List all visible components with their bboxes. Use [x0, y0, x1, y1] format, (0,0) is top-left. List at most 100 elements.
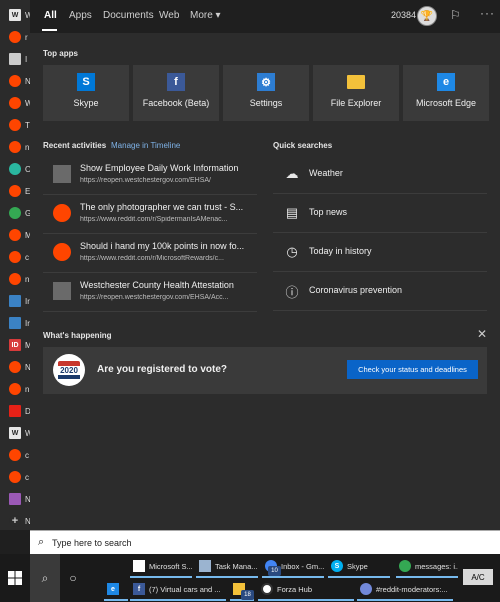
news-icon: ▤: [285, 205, 299, 220]
taskbar-search-box[interactable]: ⌕: [30, 530, 500, 554]
reddit-icon: [9, 449, 21, 461]
quick-search-weather[interactable]: ☁ Weather: [273, 155, 487, 194]
recent-activity-title: Show Employee Daily Work Information: [80, 163, 239, 173]
store-icon: [133, 560, 145, 572]
recent-activity-title: The only photographer we can trust - S..…: [80, 202, 244, 212]
background-window-row: Ir: [0, 290, 30, 312]
reddit-icon: [9, 251, 21, 263]
reddit-icon: [9, 97, 21, 109]
gear-icon: ⚙: [257, 73, 275, 91]
app-label: File Explorer: [330, 98, 382, 108]
recent-activity-url: https://www.reddit.com/r/MicrosoftReward…: [80, 255, 224, 262]
taskbar-app-label: #reddit-moderators:...: [376, 584, 448, 594]
background-window-strip: W Wr I N W Tn O E G Mc n Ir Ir ID M Nn D W Wc c N + N: [0, 0, 30, 530]
reddit-icon: [9, 273, 21, 285]
taskbar-app-label: Skype: [347, 561, 368, 571]
quick-search-label: Today in history: [309, 246, 372, 256]
folder-icon: [347, 75, 365, 89]
vote-card[interactable]: 2020 Are you registered to vote? Check y…: [43, 347, 487, 394]
trophy-icon[interactable]: 🏆: [417, 6, 437, 26]
background-window-row: N: [0, 70, 30, 92]
ellipsis-icon[interactable]: ···: [480, 6, 495, 20]
background-window-row: I: [0, 48, 30, 70]
vote-2020-badge: 2020: [53, 354, 85, 386]
recent-activity-item[interactable]: Should i hand my 100k points in now fo..…: [43, 235, 257, 273]
search-icon: ⌕: [38, 536, 45, 548]
taskbar-app-button[interactable]: #reddit-moderators:...: [357, 579, 453, 601]
taskbar-app-button[interactable]: messages: i...: [396, 556, 458, 578]
background-window-row: O: [0, 158, 30, 180]
quick-search-today-in-history[interactable]: ◷ Today in history: [273, 233, 487, 272]
edge-icon: e: [107, 583, 119, 595]
reddit-icon: [9, 141, 21, 153]
ac-button[interactable]: A/C: [463, 569, 493, 585]
id-icon: ID: [9, 339, 21, 351]
app-tile-microsoft-edge[interactable]: e Microsoft Edge: [403, 65, 489, 121]
start-button[interactable]: [0, 554, 30, 602]
app-tile-file-explorer[interactable]: File Explorer: [313, 65, 399, 121]
quick-search-label: Top news: [309, 207, 348, 217]
facebook-icon: f: [167, 73, 185, 91]
taskbar-app-label: messages: i...: [415, 561, 458, 571]
vote-question: Are you registered to vote?: [97, 364, 228, 375]
app-tile-settings[interactable]: ⚙ Settings: [223, 65, 309, 121]
recent-activity-title: Westchester County Health Attestation: [80, 280, 234, 290]
globe-icon: [9, 163, 21, 175]
tab-web[interactable]: Web: [159, 10, 179, 21]
add-icon: +: [9, 515, 21, 527]
taskbar-app-button[interactable]: e: [104, 579, 128, 601]
background-window-row: n: [0, 378, 30, 400]
tab-documents[interactable]: Documents: [103, 10, 154, 21]
taskbar-app-label: (7) Virtual cars and ...: [149, 584, 221, 594]
taskbar-app-button[interactable]: Microsoft S...: [130, 556, 192, 578]
background-window-row: r: [0, 26, 30, 48]
badge-stripe: [58, 375, 80, 379]
taskbar-app-button[interactable]: S Skype: [328, 556, 390, 578]
cortana-button[interactable]: ○: [58, 554, 88, 602]
tab-all[interactable]: All: [44, 10, 57, 21]
recent-activities-title: Recent activities: [43, 141, 107, 150]
feedback-icon[interactable]: ⚐: [450, 8, 464, 22]
recent-activity-url: https://www.reddit.com/r/SpidermanIsAMen…: [80, 216, 228, 223]
weather-icon: ☁: [285, 166, 299, 181]
background-window-row: M: [0, 224, 30, 246]
search-input[interactable]: [52, 534, 482, 551]
recent-activity-item[interactable]: The only photographer we can trust - S..…: [43, 196, 257, 234]
explorer-count-badge: 18: [241, 590, 254, 600]
chrome-icon: [399, 560, 411, 572]
taskbar-app-button[interactable]: f (7) Virtual cars and ...: [130, 579, 226, 601]
background-window-row: N: [0, 488, 30, 510]
app-tile-skype[interactable]: S Skype: [43, 65, 129, 121]
quick-search-top-news[interactable]: ▤ Top news: [273, 194, 487, 233]
background-window-row: G: [0, 202, 30, 224]
app-label: Settings: [249, 98, 283, 108]
recent-activity-item[interactable]: Westchester County Health Attestation htt…: [43, 274, 257, 312]
reddit-icon: [9, 185, 21, 197]
rewards-points[interactable]: 20384: [391, 10, 416, 20]
app-label: Facebook (Beta): [142, 98, 210, 108]
taskbar-app-button[interactable]: Task Mana...: [196, 556, 258, 578]
quick-searches-title: Quick searches: [273, 141, 333, 150]
manage-timeline-link[interactable]: Manage in Timeline: [111, 141, 180, 150]
tab-more[interactable]: More ▾: [190, 10, 221, 21]
taskbar-search-button[interactable]: ⌕: [30, 554, 60, 602]
taskbar-app-button[interactable]: Forza Hub: [258, 579, 354, 601]
reddit-icon: [53, 204, 71, 222]
background-window-row: W: [0, 92, 30, 114]
reddit-icon: [9, 383, 21, 395]
app-tile-facebook-beta[interactable]: f Facebook (Beta): [133, 65, 219, 121]
youtube-icon: [9, 405, 21, 417]
background-window-row: c: [0, 444, 30, 466]
edge-icon: e: [437, 73, 455, 91]
recent-activity-item[interactable]: Show Employee Daily Work Information http…: [43, 157, 257, 195]
background-window-row: T: [0, 114, 30, 136]
app-label: Skype: [73, 98, 99, 108]
tab-apps[interactable]: Apps: [69, 10, 92, 21]
close-icon[interactable]: ✕: [477, 327, 487, 341]
maps-icon: [9, 207, 21, 219]
reddit-icon: [9, 119, 21, 131]
active-tab-indicator: [42, 29, 57, 31]
reddit-icon: [9, 31, 21, 43]
check-status-button[interactable]: Check your status and deadlines: [347, 360, 478, 379]
quick-search-coronavirus-prevention[interactable]: ⓘ Coronavirus prevention: [273, 272, 487, 311]
